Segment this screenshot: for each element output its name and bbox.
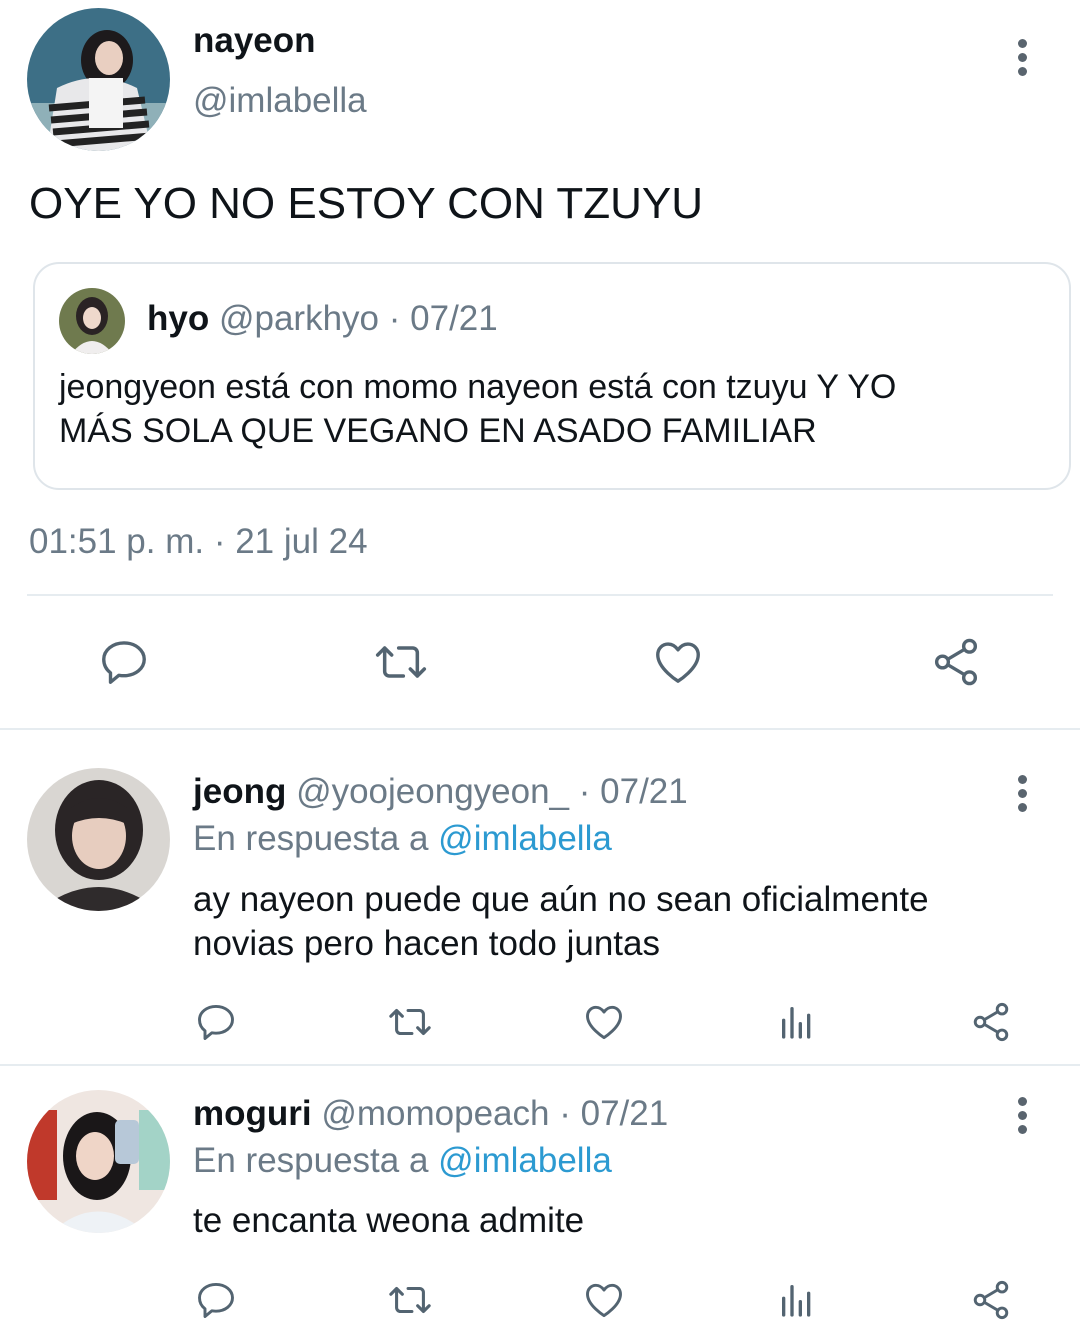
quoted-author-name[interactable]: hyo bbox=[147, 299, 209, 338]
reply-date: 07/21 bbox=[600, 772, 688, 811]
quoted-text-line1: jeongyeon está con momo nayeon está con … bbox=[59, 368, 897, 406]
views-icon[interactable] bbox=[773, 998, 821, 1046]
reply-icon[interactable] bbox=[94, 632, 154, 692]
in-reply-to: En respuesta a @imlabella bbox=[193, 1140, 612, 1182]
share-icon[interactable] bbox=[967, 1276, 1015, 1324]
in-reply-to-handle[interactable]: @imlabella bbox=[438, 1141, 612, 1180]
reply-header: jeong @yoojeongyeon_ · 07/21 bbox=[193, 771, 688, 813]
in-reply-to-label: En respuesta a bbox=[193, 1141, 429, 1180]
reply-text-line1: te encanta weona admite bbox=[193, 1201, 585, 1240]
quoted-author-avatar bbox=[59, 288, 125, 354]
reply-author-name[interactable]: moguri bbox=[193, 1094, 312, 1133]
reply-icon[interactable] bbox=[192, 1276, 240, 1324]
heart-icon[interactable] bbox=[580, 1276, 628, 1324]
reply-separator: · bbox=[578, 772, 591, 811]
reply-author-handle[interactable]: @yoojeongyeon_ bbox=[296, 772, 569, 811]
reply-date: 07/21 bbox=[580, 1094, 669, 1133]
reply-author-avatar[interactable] bbox=[27, 768, 170, 911]
more-options-icon[interactable] bbox=[1007, 1090, 1037, 1140]
reply-separator: · bbox=[559, 1094, 571, 1133]
quoted-author-handle[interactable]: @parkhyo bbox=[219, 299, 379, 338]
quoted-separator: · bbox=[388, 299, 401, 338]
divider bbox=[0, 728, 1080, 730]
retweet-icon[interactable] bbox=[386, 1276, 434, 1324]
heart-icon[interactable] bbox=[580, 998, 628, 1046]
more-options-icon[interactable] bbox=[1007, 768, 1037, 818]
main-author-handle[interactable]: @imlabella bbox=[193, 80, 367, 122]
retweet-icon[interactable] bbox=[386, 998, 434, 1046]
quoted-tweet-card[interactable]: hyo @parkhyo · 07/21 jeongyeon está con … bbox=[33, 262, 1071, 490]
reply-icon[interactable] bbox=[192, 998, 240, 1046]
share-icon[interactable] bbox=[926, 632, 986, 692]
in-reply-to: En respuesta a @imlabella bbox=[193, 818, 612, 860]
main-author-name[interactable]: nayeon bbox=[193, 20, 316, 62]
quoted-text-line2: MÁS SOLA QUE VEGANO EN ASADO FAMILIAR bbox=[59, 412, 817, 450]
views-icon[interactable] bbox=[773, 1276, 821, 1324]
in-reply-to-handle[interactable]: @imlabella bbox=[438, 819, 612, 858]
reply-text-line1: ay nayeon puede que aún no sean oficialm… bbox=[193, 880, 929, 919]
heart-icon[interactable] bbox=[648, 632, 708, 692]
tweet-timestamp[interactable]: 01:51 p. m. · 21 jul 24 bbox=[29, 520, 368, 564]
more-options-icon[interactable] bbox=[1007, 32, 1037, 82]
main-author-avatar[interactable] bbox=[27, 8, 170, 151]
reply-author-handle[interactable]: @momopeach bbox=[321, 1094, 549, 1133]
reply-author-avatar[interactable] bbox=[27, 1090, 170, 1233]
share-icon[interactable] bbox=[967, 998, 1015, 1046]
quoted-header: hyo @parkhyo · 07/21 bbox=[147, 298, 498, 340]
reply-header: moguri @momopeach · 07/21 bbox=[193, 1093, 668, 1135]
main-tweet-text: OYE YO NO ESTOY CON TZUYU bbox=[29, 179, 704, 228]
divider bbox=[0, 1064, 1080, 1066]
reply-text-line2: novias pero hacen todo juntas bbox=[193, 924, 660, 963]
in-reply-to-label: En respuesta a bbox=[193, 819, 429, 858]
reply-author-name[interactable]: jeong bbox=[193, 772, 286, 811]
quoted-date: 07/21 bbox=[410, 299, 498, 338]
divider bbox=[27, 594, 1053, 596]
retweet-icon[interactable] bbox=[371, 632, 431, 692]
